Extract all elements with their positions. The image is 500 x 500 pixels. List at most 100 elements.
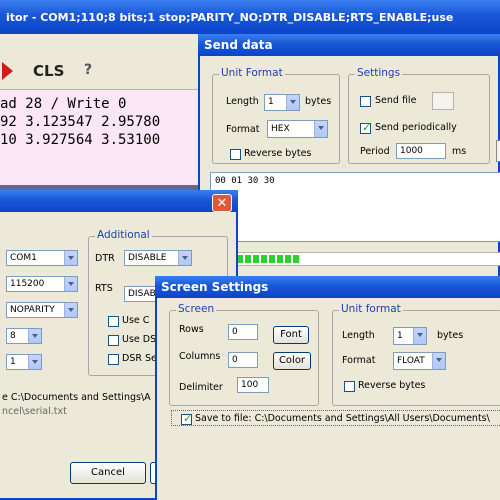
terminal-output[interactable]: ad 28 / Write 0 92 3.123547 2.95780 10 3… bbox=[0, 90, 205, 185]
option-label-3: DSR Se bbox=[122, 353, 157, 364]
send-length-label: Length bbox=[226, 96, 259, 107]
send-data-textarea[interactable]: 00 01 30 30 bbox=[210, 172, 500, 242]
delimiter-label: Delimiter bbox=[179, 382, 223, 393]
send-reverse-label: Reverse bytes bbox=[244, 148, 312, 159]
main-toolbar: CLS ? bbox=[0, 34, 200, 90]
chevron-down-icon[interactable] bbox=[28, 329, 41, 343]
send-format-select[interactable]: HEX bbox=[267, 120, 328, 138]
rts-value: DISAB bbox=[128, 289, 156, 299]
screen-reverse-checkbox[interactable] bbox=[344, 381, 355, 392]
send-file-label: Send file bbox=[375, 95, 417, 106]
delimiter-input[interactable]: 100 bbox=[237, 377, 269, 393]
baud-value: 115200 bbox=[10, 279, 45, 289]
send-data-window: Send data Unit Format Length 1 bytes For… bbox=[198, 34, 500, 284]
run-icon[interactable] bbox=[2, 62, 13, 80]
baud-select[interactable]: 115200 bbox=[6, 276, 78, 292]
columns-input[interactable]: 0 bbox=[228, 352, 258, 368]
databits-select[interactable]: 8 bbox=[6, 328, 42, 344]
screen-length-select[interactable]: 1 bbox=[393, 327, 427, 345]
terminal-line: ad 28 / Write 0 bbox=[0, 96, 127, 112]
close-icon[interactable]: ✕ bbox=[212, 194, 232, 212]
delimiter-value: 100 bbox=[241, 380, 259, 390]
option-label-1: Use C bbox=[122, 315, 150, 326]
send-settings-label: Settings bbox=[355, 67, 403, 79]
log-path-line-2: ncel\serial.txt bbox=[2, 406, 67, 417]
screen-reverse-label: Reverse bytes bbox=[358, 380, 426, 391]
send-length-value: 1 bbox=[268, 97, 274, 107]
send-data-title-bar: Send data bbox=[198, 34, 500, 56]
browse-file-button[interactable] bbox=[432, 92, 454, 110]
send-length-select[interactable]: 1 bbox=[264, 94, 300, 111]
period-value: 1000 bbox=[400, 146, 423, 156]
save-to-file-label: Save to file: C:\Documents and Settings\… bbox=[195, 413, 490, 424]
option-checkbox-3[interactable] bbox=[108, 354, 119, 365]
rows-value: 0 bbox=[232, 327, 238, 337]
rts-label: RTS bbox=[95, 283, 113, 294]
dtr-select[interactable]: DISABLE bbox=[124, 250, 192, 266]
chevron-down-icon[interactable] bbox=[28, 355, 41, 369]
period-label: Period bbox=[360, 146, 390, 157]
chevron-down-icon[interactable] bbox=[64, 251, 77, 265]
send-side-button[interactable] bbox=[496, 140, 500, 162]
cls-button[interactable]: CLS bbox=[33, 62, 64, 80]
screen-length-unit: bytes bbox=[437, 330, 464, 341]
screen-group-label: Screen bbox=[176, 303, 217, 315]
send-file-checkbox[interactable] bbox=[360, 96, 371, 107]
rows-label: Rows bbox=[179, 324, 204, 335]
screen-length-label: Length bbox=[342, 330, 375, 341]
send-format-label: Format bbox=[226, 124, 260, 135]
columns-label: Columns bbox=[179, 351, 221, 362]
send-reverse-checkbox[interactable] bbox=[230, 149, 241, 160]
send-data-title: Send data bbox=[204, 38, 273, 52]
screen-settings-title: Screen Settings bbox=[161, 280, 269, 294]
cancel-button[interactable]: Cancel bbox=[70, 462, 146, 484]
dtr-value: DISABLE bbox=[128, 253, 167, 263]
stopbits-value: 1 bbox=[10, 357, 16, 367]
checkmark-icon: ✓ bbox=[362, 121, 372, 134]
period-unit: ms bbox=[452, 146, 467, 157]
chevron-down-icon[interactable] bbox=[64, 277, 77, 291]
chevron-down-icon[interactable] bbox=[286, 95, 299, 110]
databits-value: 8 bbox=[10, 331, 16, 341]
send-periodically-checkbox[interactable]: ✓ bbox=[360, 121, 372, 134]
dtr-label: DTR bbox=[95, 253, 115, 264]
send-periodically-label: Send periodically bbox=[375, 122, 457, 133]
rows-input[interactable]: 0 bbox=[228, 324, 258, 340]
screen-format-select[interactable]: FLOAT bbox=[393, 352, 446, 370]
option-checkbox-1[interactable] bbox=[108, 316, 119, 327]
option-label-2: Use DS bbox=[122, 334, 157, 345]
font-button[interactable]: Font bbox=[273, 326, 309, 344]
screen-settings-window: Screen Settings Screen Rows 0 Font Colum… bbox=[155, 276, 500, 500]
checkmark-icon: ✓ bbox=[183, 412, 193, 425]
parity-value: NOPARITY bbox=[10, 305, 55, 315]
main-title-bar: itor - COM1;110;8 bits;1 stop;PARITY_NO;… bbox=[0, 0, 500, 60]
send-unit-format-label: Unit Format bbox=[219, 67, 285, 79]
send-data-text: 00 01 30 30 bbox=[215, 176, 275, 186]
help-icon[interactable]: ? bbox=[84, 62, 92, 78]
save-to-file-checkbox[interactable]: ✓ bbox=[181, 412, 193, 425]
terminal-line: 92 3.123547 2.95780 bbox=[0, 114, 161, 130]
chevron-down-icon[interactable] bbox=[432, 353, 445, 369]
chevron-down-icon[interactable] bbox=[178, 251, 191, 265]
port-value: COM1 bbox=[10, 253, 37, 263]
chevron-down-icon[interactable] bbox=[314, 121, 327, 137]
color-button[interactable]: Color bbox=[273, 352, 311, 370]
chevron-down-icon[interactable] bbox=[64, 303, 77, 317]
screen-settings-title-bar: Screen Settings bbox=[155, 276, 500, 298]
terminal-line: 10 3.927564 3.53100 bbox=[0, 132, 161, 148]
screen-format-value: FLOAT bbox=[397, 356, 425, 366]
columns-value: 0 bbox=[232, 355, 238, 365]
send-length-unit: bytes bbox=[305, 96, 332, 107]
send-format-value: HEX bbox=[271, 124, 290, 134]
stopbits-select[interactable]: 1 bbox=[6, 354, 42, 370]
chevron-down-icon[interactable] bbox=[413, 328, 426, 344]
additional-label: Additional bbox=[95, 229, 152, 241]
option-checkbox-2[interactable] bbox=[108, 335, 119, 346]
screen-length-value: 1 bbox=[397, 331, 403, 341]
parity-select[interactable]: NOPARITY bbox=[6, 302, 78, 318]
send-progress-bar bbox=[210, 252, 500, 266]
screen-unit-format-label: Unit format bbox=[339, 303, 403, 315]
period-input[interactable]: 1000 bbox=[396, 143, 446, 159]
port-select[interactable]: COM1 bbox=[6, 250, 78, 266]
log-path-line-1: e C:\Documents and Settings\A bbox=[2, 392, 151, 403]
